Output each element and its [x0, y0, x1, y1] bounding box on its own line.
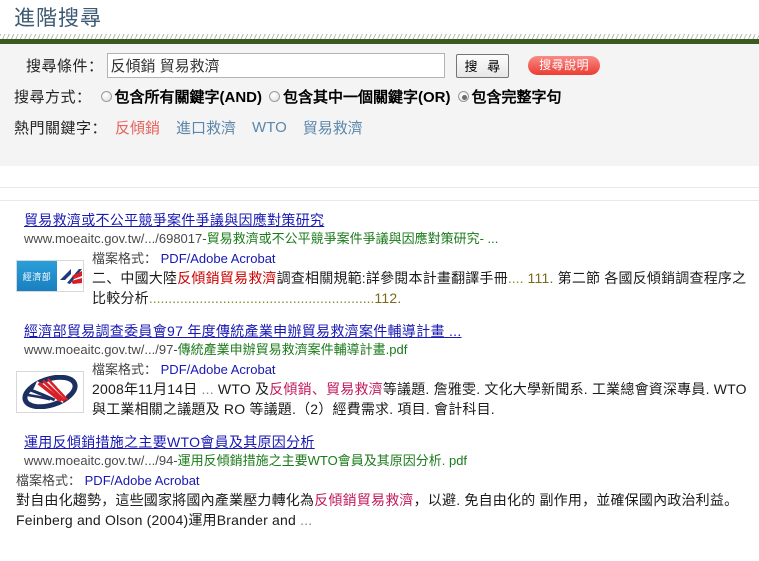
radio-dot-icon	[100, 91, 112, 102]
moea-logo-icon: 經濟部	[16, 260, 84, 292]
search-mode-row: 搜尋方式： 包含所有關鍵字(AND) 包含其中一個關鍵字(OR) 包含完整字句	[0, 81, 759, 112]
format-label: 檔案格式：	[92, 251, 158, 266]
search-result-item: 貿易救濟或不公平競爭案件爭議與因應對策研究 www.moeaitc.gov.tw…	[0, 211, 759, 308]
format-label: 檔案格式：	[16, 473, 82, 488]
result-snippet: 二、中國大陸反傾銷貿易救濟調查相關規範:詳參閱本計畫翻譯手冊.... 111. …	[92, 268, 749, 308]
hot-keywords-list: 反傾銷 進口救濟 WTO 貿易救濟	[107, 117, 363, 138]
result-url: www.moeaitc.gov.tw/.../94-運用反傾銷措施之主要WTO會…	[24, 452, 749, 470]
search-help-button[interactable]: 搜尋說明	[528, 56, 601, 75]
result-text: 檔案格式： PDF/Adobe Acrobat 對自由化趨勢，這些國家將國內產業…	[16, 472, 749, 530]
result-url-host: www.moeaitc.gov.tw/.../97-	[24, 342, 178, 357]
snippet-fragment: 調查相關規範:詳參閱本計畫翻譯手冊	[276, 270, 508, 286]
result-text: 檔案格式： PDF/Adobe Acrobat 2008年11月14日 ... …	[92, 361, 749, 419]
hot-keyword-link[interactable]: 進口救濟	[176, 117, 236, 138]
hot-keyword-link[interactable]: 反傾銷	[115, 117, 160, 138]
radio-option-and[interactable]: 包含所有關鍵字(AND)	[100, 86, 263, 107]
result-snippet: 2008年11月14日 ... WTO 及反傾銷、貿易救濟等議題. 詹雅雯. 文…	[92, 379, 749, 419]
search-result-item: 經濟部貿易調查委員會97 年度傳統產業申辦貿易救濟案件輔導計畫 ... www.…	[0, 322, 759, 419]
result-format-line: 檔案格式： PDF/Adobe Acrobat	[92, 361, 749, 379]
snippet-fragment: 112.	[374, 290, 402, 306]
search-submit-button[interactable]: 搜 尋	[455, 53, 510, 78]
radio-label-or: 包含其中一個關鍵字(OR)	[283, 89, 451, 106]
result-title-link[interactable]: 經濟部貿易調查委員會97 年度傳統產業申辦貿易救濟案件輔導計畫 ...	[24, 322, 749, 341]
hot-keywords-row: 熱門關鍵字： 反傾銷 進口救濟 WTO 貿易救濟	[0, 112, 759, 143]
hot-keyword-link[interactable]: 貿易救濟	[303, 117, 363, 138]
radio-dot-icon	[269, 91, 281, 102]
page-header: 進階搜尋	[0, 0, 759, 34]
format-value: PDF/Adobe Acrobat	[84, 473, 200, 488]
page-title: 進階搜尋	[14, 7, 102, 30]
snippet-fragment: 二、中國大陸	[92, 270, 178, 286]
snippet-fragment: ....	[507, 270, 524, 286]
result-url-tail: 傳統產業申辦貿易救濟案件輔導計畫.pdf	[177, 342, 408, 357]
snippet-fragment: ...	[300, 512, 313, 528]
result-spacer	[0, 308, 759, 322]
result-title-link[interactable]: 運用反傾銷措施之主要WTO會員及其原因分析	[24, 433, 749, 452]
radio-dot-icon-selected	[457, 91, 469, 102]
hot-keyword-link[interactable]: WTO	[252, 119, 287, 136]
radio-label-and: 包含所有關鍵字(AND)	[114, 89, 263, 106]
result-url-host: www.moeaitc.gov.tw/.../94-	[24, 453, 178, 468]
result-url: www.moeaitc.gov.tw/.../698017-貿易救濟或不公平競爭…	[24, 230, 749, 248]
snippet-fragment: 對自由化趨勢，這些國家將國內產業壓力轉化為	[16, 492, 315, 508]
panel-gap	[0, 166, 759, 187]
search-input[interactable]	[106, 53, 445, 78]
globe-swirl-logo-icon	[16, 371, 84, 413]
format-label: 檔案格式：	[92, 362, 158, 377]
radio-option-or[interactable]: 包含其中一個關鍵字(OR)	[269, 86, 451, 107]
format-value: PDF/Adobe Acrobat	[160, 251, 276, 266]
search-condition-row: 搜尋條件： 搜 尋 搜尋說明	[0, 50, 759, 81]
search-condition-label: 搜尋條件：	[26, 58, 104, 75]
search-mode-label: 搜尋方式：	[14, 89, 92, 106]
result-body: 檔案格式： PDF/Adobe Acrobat 對自由化趨勢，這些國家將國內產業…	[16, 472, 749, 530]
divider-gap	[0, 188, 759, 200]
result-spacer	[0, 419, 759, 433]
result-url: www.moeaitc.gov.tw/.../97-傳統產業申辦貿易救濟案件輔導…	[24, 341, 749, 359]
hot-keywords-label: 熱門關鍵字：	[14, 120, 108, 137]
snippet-fragment: 反傾銷貿易救濟	[314, 492, 414, 508]
search-results-area: 貿易救濟或不公平競爭案件爭議與因應對策研究 www.moeaitc.gov.tw…	[0, 166, 759, 530]
snippet-fragment: WTO 及	[213, 381, 270, 397]
result-snippet: 對自由化趨勢，這些國家將國內產業壓力轉化為反傾銷貿易救濟，以避. 免自由化的 副…	[16, 490, 749, 530]
radio-option-exact[interactable]: 包含完整字句	[457, 86, 562, 107]
result-text: 檔案格式： PDF/Adobe Acrobat 二、中國大陸反傾銷貿易救濟調查相…	[92, 250, 749, 308]
result-title-link[interactable]: 貿易救濟或不公平競爭案件爭議與因應對策研究	[24, 211, 749, 230]
snippet-fragment: ...	[201, 381, 214, 397]
search-result-item: 運用反傾銷措施之主要WTO會員及其原因分析 www.moeaitc.gov.tw…	[0, 433, 759, 530]
snippet-fragment: 反傾銷、貿易救濟	[269, 381, 383, 397]
snippet-fragment: 111.	[523, 270, 554, 286]
snippet-fragment: ........................................…	[148, 290, 375, 306]
result-format-line: 檔案格式： PDF/Adobe Acrobat	[16, 472, 749, 490]
result-format-line: 檔案格式： PDF/Adobe Acrobat	[92, 250, 749, 268]
format-value: PDF/Adobe Acrobat	[160, 362, 276, 377]
result-thumbnail-wrap[interactable]: 經濟部	[16, 250, 92, 292]
result-url-tail: 運用反傾銷措施之主要WTO會員及其原因分析. pdf	[177, 453, 468, 468]
result-url-tail: 貿易救濟或不公平競爭案件爭議與因應對策研究- ...	[206, 231, 499, 246]
result-url-host: www.moeaitc.gov.tw/.../698017-	[24, 231, 207, 246]
result-body: 經濟部 檔案格式： PDF/Adobe Acrobat 二、中國大陸反傾銷貿易救…	[16, 250, 749, 308]
snippet-fragment: 反傾銷貿易救濟	[177, 270, 277, 286]
advanced-search-panel: 搜尋條件： 搜 尋 搜尋說明 搜尋方式： 包含所有關鍵字(AND) 包含其中一個…	[0, 44, 759, 166]
search-mode-radio-group: 包含所有關鍵字(AND) 包含其中一個關鍵字(OR) 包含完整字句	[92, 86, 562, 107]
radio-label-exact: 包含完整字句	[471, 89, 562, 106]
result-thumbnail-wrap[interactable]	[16, 361, 92, 413]
result-body: 檔案格式： PDF/Adobe Acrobat 2008年11月14日 ... …	[16, 361, 749, 419]
snippet-fragment: 2008年11月14日	[92, 381, 202, 397]
